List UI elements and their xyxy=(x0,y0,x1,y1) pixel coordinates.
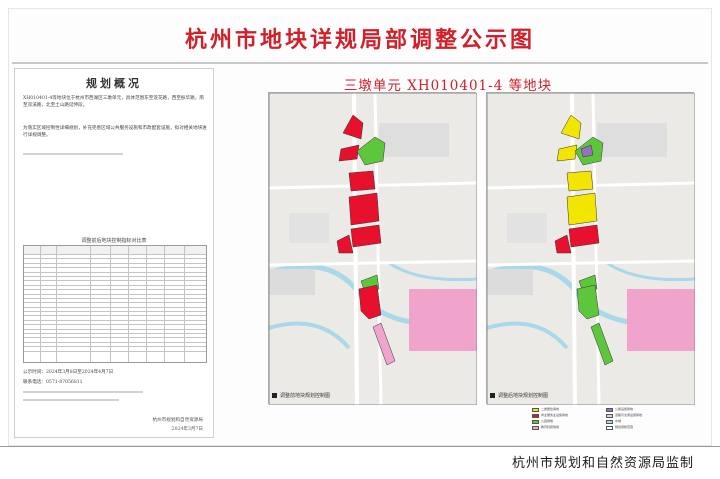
table-divider xyxy=(110,246,111,362)
legend-label: 道路与交通设施用地 xyxy=(615,413,643,417)
map-legend: 二类居住用地 商业服务业设施用地 公园绿地 教育科研用地 公用设施用地 道路与交… xyxy=(532,406,712,442)
legend-swatch xyxy=(606,414,613,418)
legend-label: 二类居住用地 xyxy=(541,407,560,411)
legend-label: 商业服务业设施用地 xyxy=(541,413,569,417)
issuer-signature: 杭州市规划和自然资源局 xyxy=(152,418,203,423)
overview-panel: 规划概况 XH010401-4等地块位于杭州市西湖区三墩单元，具体范围东至莲花路… xyxy=(14,68,214,438)
map-before xyxy=(268,92,477,405)
title-divider xyxy=(12,62,708,64)
map-after xyxy=(486,92,695,405)
legend-label: 公园绿地 xyxy=(541,419,554,423)
legend-label: 公用设施用地 xyxy=(615,407,634,411)
legend-swatch xyxy=(532,414,539,418)
map-before-caption: 调整前地块规划控制图 xyxy=(272,392,330,399)
table-divider xyxy=(184,246,185,362)
text-line xyxy=(23,153,123,155)
map-before-drawing xyxy=(269,93,477,405)
caption-marker xyxy=(272,393,277,398)
indicator-table-title: 调整前后地块控制指标对比表 xyxy=(81,238,147,244)
overview-paragraph: XH010401-4等地块位于杭州市西湖区三墩单元，具体范围东至莲花路，西至振华… xyxy=(23,96,204,109)
legend-swatch xyxy=(606,420,613,424)
footer-divider xyxy=(0,446,720,447)
legend-swatch xyxy=(532,420,539,424)
legend-label: 水域 xyxy=(615,419,622,423)
table-row xyxy=(24,347,206,352)
legend-label: 规划调整范围 xyxy=(615,425,634,429)
legend-swatch xyxy=(532,408,539,412)
map-after-drawing xyxy=(487,93,695,405)
legend-swatch xyxy=(606,426,613,430)
map-title: 三墩单元 XH010401-4 等地块 xyxy=(343,78,553,94)
table-divider xyxy=(146,246,147,362)
map-after-caption: 调整后地块规划控制图 xyxy=(490,392,548,399)
table-header xyxy=(24,246,206,255)
page-title: 杭州市地块详规局部调整公示图 xyxy=(184,27,535,53)
table-divider xyxy=(56,246,57,362)
table-divider xyxy=(164,246,165,362)
legend-label: 教育科研用地 xyxy=(541,425,560,429)
issue-date: 2024年3月7日 xyxy=(171,427,203,432)
legend-swatch xyxy=(532,426,539,430)
overview-paragraph: 为落实区域控制性详细规划，补充完善区域公共服务设施和市政配套设施，拟对相关地块进… xyxy=(23,126,207,139)
notice-text: 联系电话：0571-87056811 xyxy=(23,380,83,385)
caption-marker xyxy=(490,393,495,398)
text-line xyxy=(23,399,119,401)
table-divider xyxy=(90,246,91,362)
legend-swatch xyxy=(606,408,613,412)
overview-heading: 规划概况 xyxy=(86,77,142,90)
notice-text: 公示时间：2024年3月8日至2024年4月7日 xyxy=(23,370,114,375)
text-line xyxy=(23,391,143,393)
footer-issuer: 杭州市规划和自然资源局监制 xyxy=(511,456,694,471)
table-divider xyxy=(40,246,41,362)
table-divider xyxy=(128,246,129,362)
indicator-table xyxy=(23,245,207,363)
